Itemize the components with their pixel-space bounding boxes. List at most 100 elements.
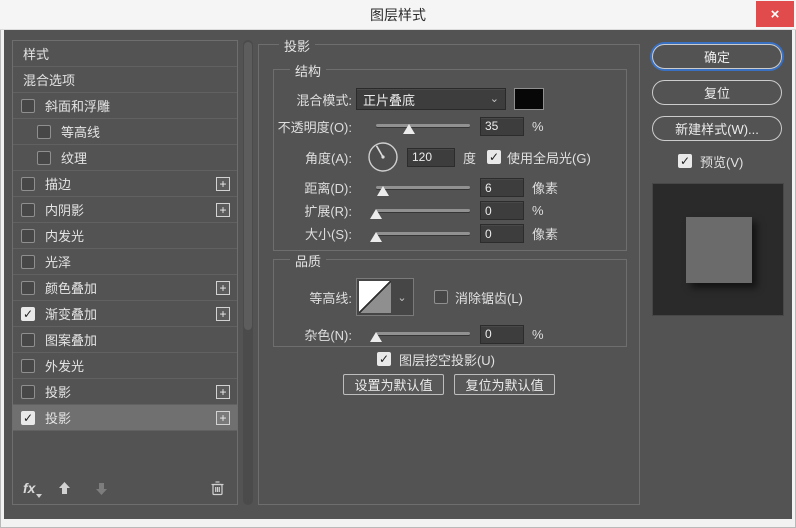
delete-effect-button[interactable] bbox=[210, 480, 225, 496]
blend-mode-select[interactable]: 正片叠底 ⌄ bbox=[356, 88, 506, 110]
add-effect-icon[interactable]: + bbox=[216, 410, 230, 425]
checkbox-checked[interactable]: ✓ bbox=[21, 306, 35, 321]
slider-track[interactable] bbox=[376, 185, 470, 189]
sidebar-scrollbar[interactable] bbox=[243, 40, 253, 505]
sidebar-item-inner-shadow[interactable]: ✓ 内阴影 + bbox=[13, 197, 237, 223]
angle-row: 角度(A): 度 ✓ 使用全局光(G) bbox=[274, 140, 626, 174]
checkbox[interactable]: ✓ bbox=[21, 332, 35, 347]
move-up-button[interactable] bbox=[57, 481, 72, 496]
layer-knockout-checkbox[interactable]: ✓ bbox=[376, 352, 391, 366]
shadow-color-swatch[interactable] bbox=[514, 88, 544, 110]
titlebar[interactable]: 图层样式 × bbox=[0, 0, 796, 30]
sidebar-item-bevel-emboss[interactable]: ✓ 斜面和浮雕 bbox=[13, 93, 237, 119]
size-slider[interactable] bbox=[370, 226, 470, 242]
slider-thumb[interactable] bbox=[402, 124, 415, 134]
blend-mode-label: 混合模式: bbox=[296, 92, 352, 108]
checkbox[interactable]: ✓ bbox=[37, 124, 51, 139]
scrollbar-thumb[interactable] bbox=[244, 42, 252, 331]
slider-track[interactable] bbox=[376, 208, 470, 212]
angle-dial[interactable] bbox=[367, 141, 399, 173]
slider-thumb[interactable] bbox=[370, 231, 382, 242]
checkbox[interactable]: ✓ bbox=[21, 176, 35, 191]
style-list-toolbar: fx bbox=[23, 478, 229, 498]
structure-group: 结构 混合模式: 正片叠底 ⌄ 不透明度(O): 35 % 角度(A): 120… bbox=[273, 61, 627, 251]
checkbox[interactable]: ✓ bbox=[21, 98, 35, 113]
sidebar-item-blending-options[interactable]: 混合选项 bbox=[13, 67, 237, 93]
checkbox[interactable]: ✓ bbox=[21, 202, 35, 217]
noise-slider[interactable] bbox=[370, 326, 470, 342]
contour-picker[interactable]: ⌄ bbox=[356, 278, 414, 316]
distance-slider[interactable] bbox=[376, 180, 470, 196]
check-icon: ✓ bbox=[488, 150, 500, 164]
sidebar-item-drop-shadow-selected[interactable]: ✓ 投影 + bbox=[13, 405, 237, 431]
checkbox[interactable]: ✓ bbox=[21, 254, 35, 269]
sidebar-item-stroke[interactable]: ✓ 描边 + bbox=[13, 171, 237, 197]
contour-thumbnail[interactable] bbox=[359, 281, 391, 313]
fx-menu-button[interactable]: fx bbox=[23, 480, 43, 498]
move-down-button[interactable] bbox=[94, 481, 109, 496]
caret-down-icon bbox=[36, 494, 43, 498]
sidebar-item-label: 光泽 bbox=[45, 255, 72, 270]
opacity-input[interactable] bbox=[480, 116, 524, 136]
spread-slider[interactable] bbox=[370, 203, 470, 219]
angle-input[interactable] bbox=[407, 147, 455, 167]
reset-default-button[interactable]: 复位为默认值 bbox=[454, 373, 555, 395]
preview-shadow-square bbox=[686, 217, 752, 283]
sidebar-item-label: 外发光 bbox=[45, 359, 85, 374]
checkbox[interactable]: ✓ bbox=[21, 228, 35, 243]
sidebar-item-color-overlay[interactable]: ✓ 颜色叠加 + bbox=[13, 275, 237, 301]
sidebar-item-gradient-overlay[interactable]: ✓ 渐变叠加 + bbox=[13, 301, 237, 327]
checkbox[interactable]: ✓ bbox=[21, 280, 35, 295]
slider-thumb[interactable] bbox=[370, 208, 382, 219]
checkbox-checked[interactable]: ✓ bbox=[21, 410, 35, 425]
spread-input[interactable] bbox=[480, 201, 524, 220]
reset-button[interactable]: 复位 bbox=[652, 80, 782, 105]
add-effect-icon[interactable]: + bbox=[216, 202, 230, 217]
sidebar-item-contour[interactable]: ✓ 等高线 bbox=[13, 119, 237, 145]
blend-mode-row: 混合模式: 正片叠底 ⌄ bbox=[274, 86, 626, 112]
sidebar-item-texture[interactable]: ✓ 纹理 bbox=[13, 145, 237, 171]
sidebar-item-inner-glow[interactable]: ✓ 内发光 bbox=[13, 223, 237, 249]
distance-unit: 像素 bbox=[532, 181, 559, 196]
size-label: 大小(S): bbox=[305, 227, 352, 242]
noise-input[interactable] bbox=[480, 324, 524, 344]
sidebar-item-outer-glow[interactable]: ✓ 外发光 bbox=[13, 353, 237, 379]
new-style-button[interactable]: 新建样式(W)... bbox=[652, 116, 782, 141]
add-effect-icon[interactable]: + bbox=[216, 176, 230, 191]
close-button[interactable]: × bbox=[756, 1, 794, 27]
chevron-down-icon[interactable]: ⌄ bbox=[391, 291, 413, 304]
sidebar-item-satin[interactable]: ✓ 光泽 bbox=[13, 249, 237, 275]
checkbox[interactable]: ✓ bbox=[37, 150, 51, 165]
sidebar-item-label: 渐变叠加 bbox=[45, 307, 98, 322]
sidebar-item-label: 斜面和浮雕 bbox=[45, 99, 111, 114]
set-default-button[interactable]: 设置为默认值 bbox=[343, 373, 444, 395]
sidebar-item-label: 描边 bbox=[45, 177, 72, 192]
sidebar-item-label: 投影 bbox=[45, 385, 72, 400]
use-global-light-checkbox[interactable]: ✓ bbox=[487, 150, 502, 164]
sidebar-item-label: 纹理 bbox=[61, 151, 88, 166]
checkbox[interactable]: ✓ bbox=[21, 384, 35, 399]
slider-track[interactable] bbox=[376, 124, 470, 127]
distance-input[interactable] bbox=[480, 178, 524, 197]
preview-checkbox[interactable]: ✓ bbox=[678, 154, 692, 168]
opacity-slider[interactable] bbox=[376, 118, 470, 134]
slider-track[interactable] bbox=[376, 231, 470, 235]
sidebar-item-label: 投影 bbox=[45, 411, 72, 426]
sidebar-item-styles[interactable]: 样式 bbox=[13, 41, 237, 67]
noise-label: 杂色(N): bbox=[304, 327, 352, 343]
check-icon: ✓ bbox=[378, 352, 389, 366]
size-input[interactable] bbox=[480, 224, 524, 243]
add-effect-icon[interactable]: + bbox=[216, 384, 230, 399]
checkbox[interactable]: ✓ bbox=[21, 358, 35, 373]
slider-thumb[interactable] bbox=[370, 332, 382, 342]
anti-alias-checkbox[interactable]: ✓ bbox=[434, 290, 448, 304]
slider-thumb[interactable] bbox=[376, 185, 389, 196]
ok-button[interactable]: 确定 bbox=[652, 44, 782, 69]
slider-track[interactable] bbox=[376, 332, 470, 335]
add-effect-icon[interactable]: + bbox=[216, 280, 230, 295]
sidebar-item-pattern-overlay[interactable]: ✓ 图案叠加 bbox=[13, 327, 237, 353]
chevron-down-icon: ⌄ bbox=[489, 92, 499, 105]
sidebar-item-drop-shadow[interactable]: ✓ 投影 + bbox=[13, 379, 237, 405]
add-effect-icon[interactable]: + bbox=[216, 306, 230, 321]
sidebar-item-label: 混合选项 bbox=[23, 73, 76, 88]
